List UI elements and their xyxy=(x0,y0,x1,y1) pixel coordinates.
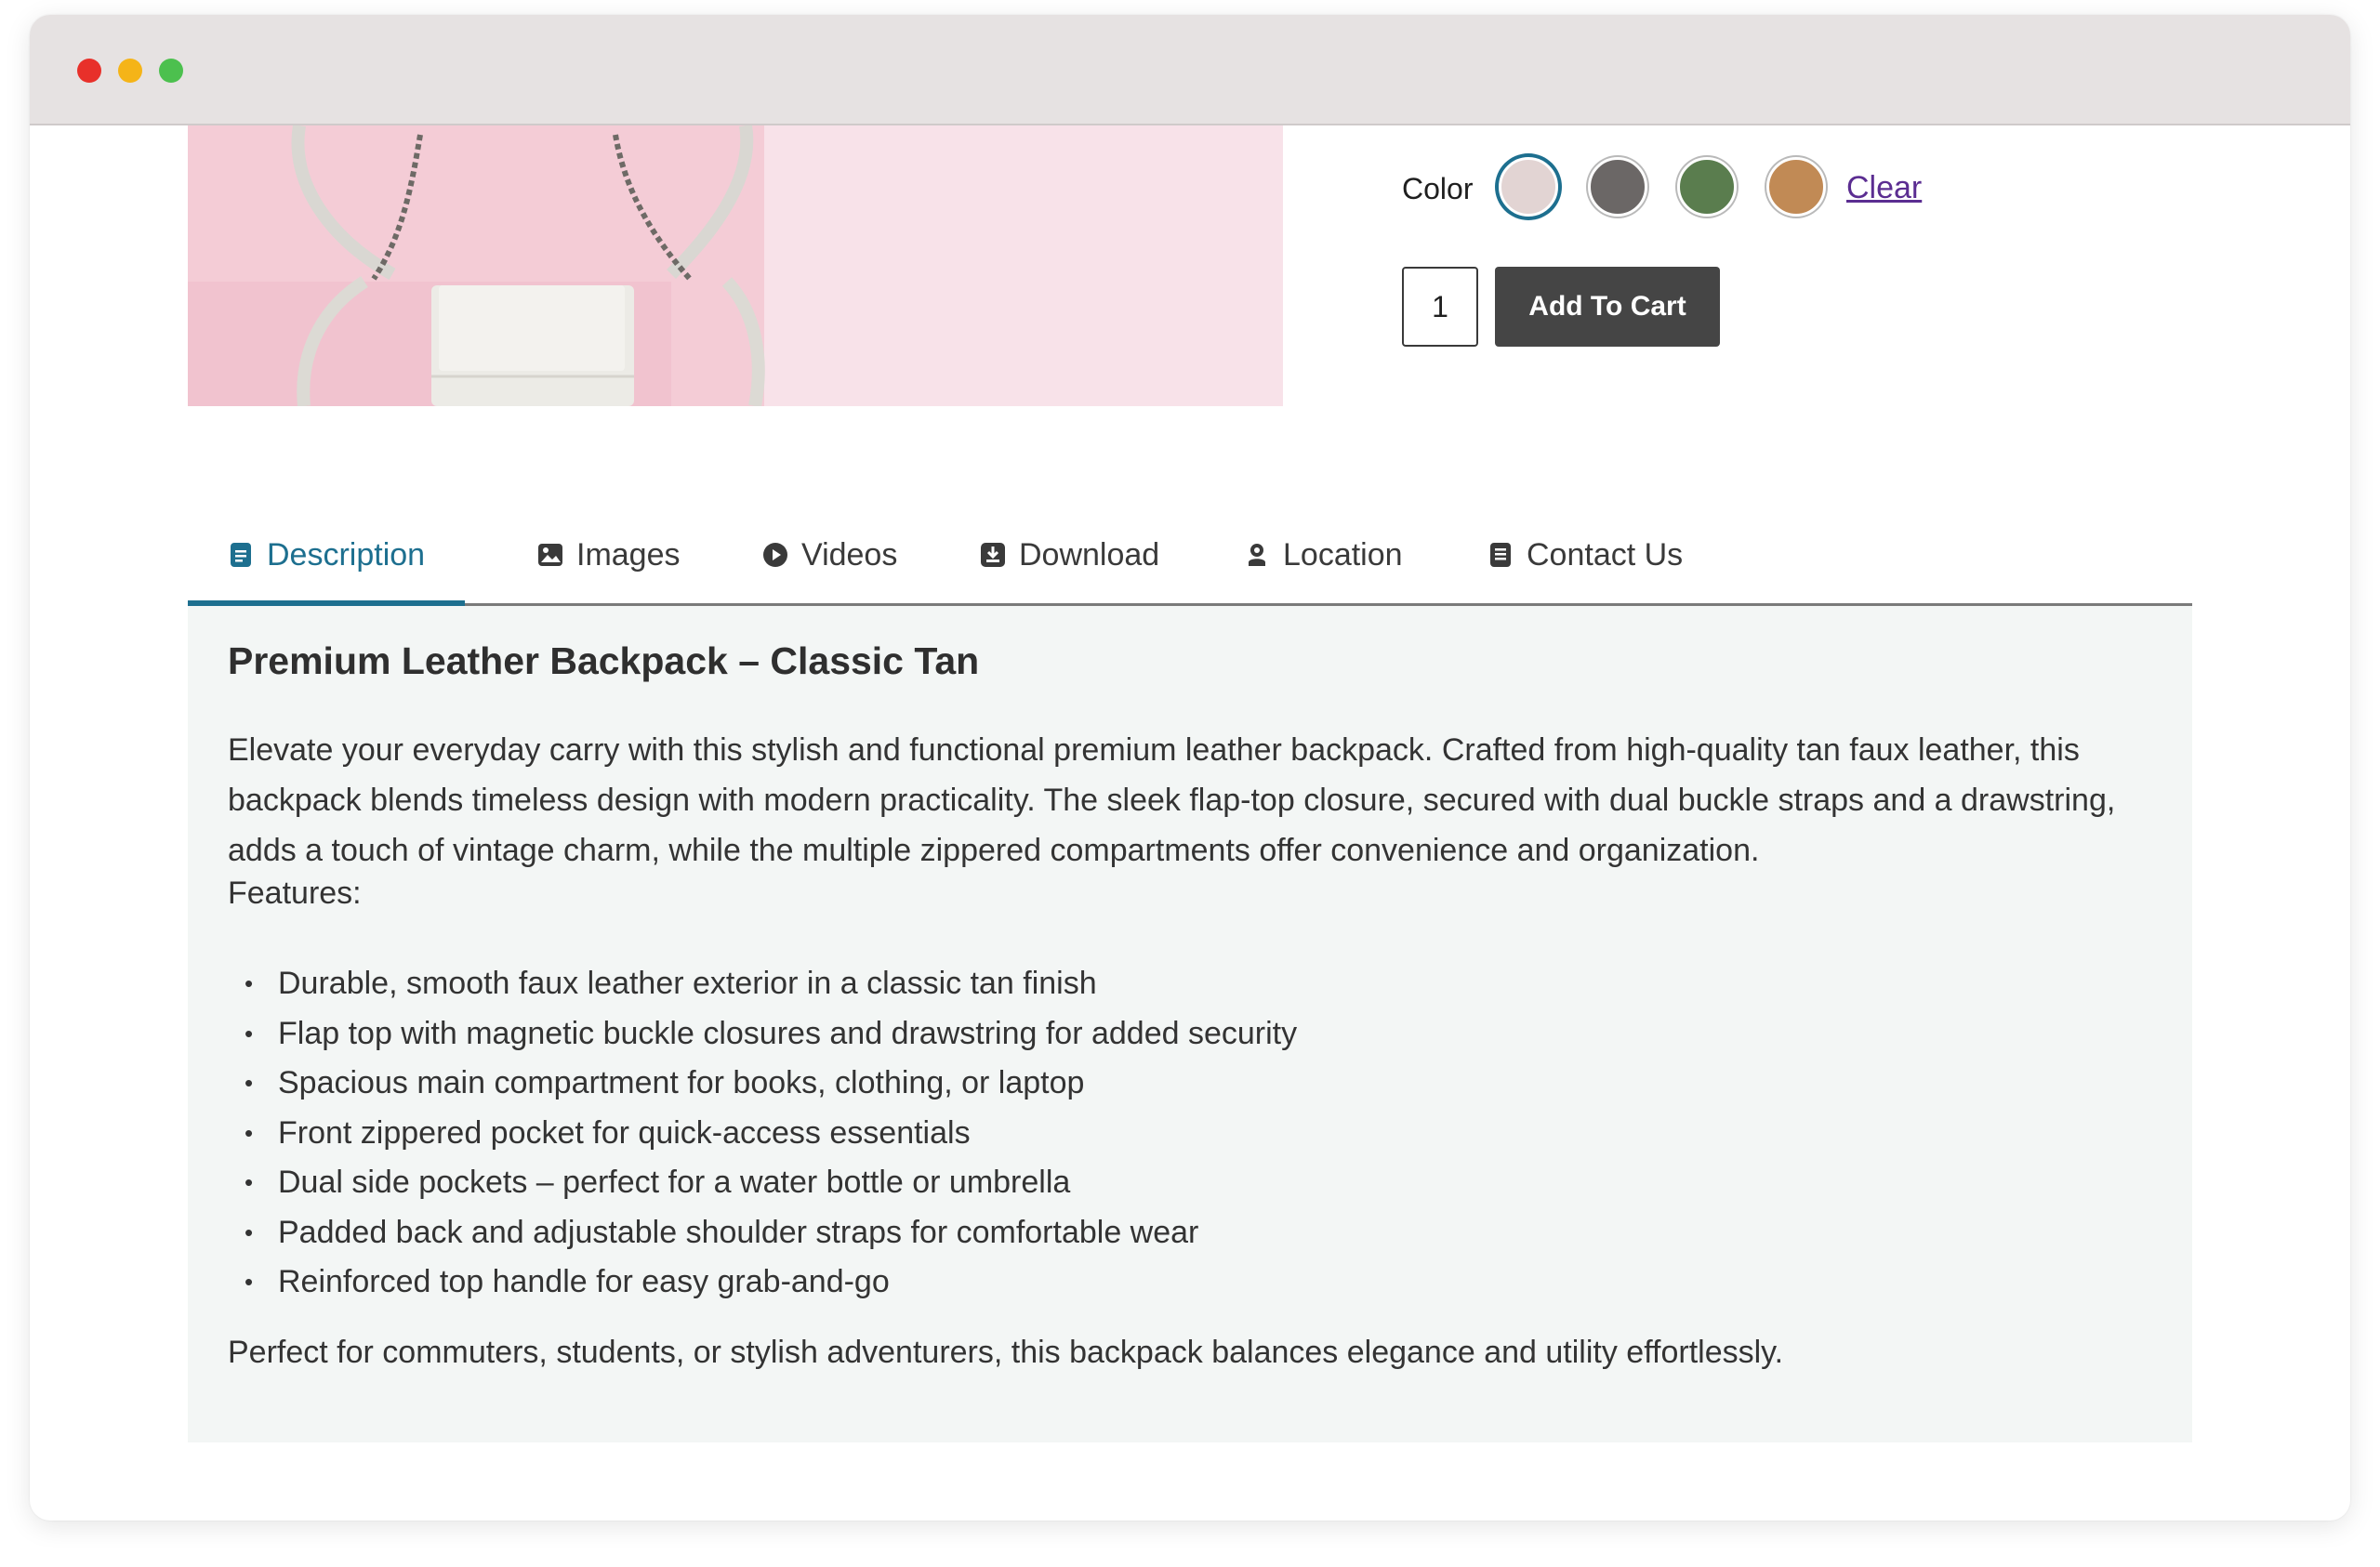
features-list: Durable, smooth faux leather exterior in… xyxy=(228,959,1297,1308)
product-title: Premium Leather Backpack – Classic Tan xyxy=(228,639,980,682)
play-icon xyxy=(763,543,787,567)
tab-contact-us[interactable]: Contact Us xyxy=(1488,507,1683,603)
contact-icon xyxy=(1490,543,1511,567)
color-swatch-blush[interactable] xyxy=(1499,157,1558,217)
list-item: Dual side pockets – perfect for a water … xyxy=(228,1158,1297,1208)
list-item: Flap top with magnetic buckle closures a… xyxy=(228,1009,1297,1060)
window-titlebar xyxy=(30,15,2350,125)
list-item: Reinforced top handle for easy grab-and-… xyxy=(228,1258,1297,1308)
tab-label: Videos xyxy=(801,536,898,573)
tab-location[interactable]: Location xyxy=(1244,507,1403,603)
tab-images[interactable]: Images xyxy=(537,507,681,603)
close-window-button[interactable] xyxy=(77,59,101,83)
color-swatch-green[interactable] xyxy=(1677,157,1737,217)
tab-label: Images xyxy=(576,536,681,573)
features-label: Features: xyxy=(228,876,362,911)
color-swatch-slate[interactable] xyxy=(1588,157,1647,217)
list-item: Durable, smooth faux leather exterior in… xyxy=(228,959,1297,1009)
minimize-window-button[interactable] xyxy=(118,59,142,83)
location-icon xyxy=(1249,544,1265,566)
document-icon xyxy=(231,543,251,567)
list-item: Padded back and adjustable shoulder stra… xyxy=(228,1208,1297,1258)
description-panel: Premium Leather Backpack – Classic Tan E… xyxy=(188,606,2192,1442)
page-content: Color Clear Add To Cart Description xyxy=(30,125,2350,1521)
color-swatch-tan[interactable] xyxy=(1766,157,1826,217)
add-to-cart-button[interactable]: Add To Cart xyxy=(1495,267,1720,347)
clear-color-link[interactable]: Clear xyxy=(1846,170,1922,206)
list-item: Spacious main compartment for books, clo… xyxy=(228,1059,1297,1109)
product-description: Elevate your everyday carry with this st… xyxy=(228,732,2116,868)
image-icon xyxy=(538,544,562,566)
color-label: Color xyxy=(1402,172,1474,205)
browser-window: Color Clear Add To Cart Description xyxy=(30,15,2350,1521)
product-image xyxy=(188,125,1283,406)
tab-label: Contact Us xyxy=(1527,536,1684,573)
tab-label: Description xyxy=(267,536,426,573)
maximize-window-button[interactable] xyxy=(159,59,183,83)
tab-description[interactable]: Description xyxy=(187,507,466,607)
tab-label: Location xyxy=(1283,536,1403,573)
quantity-input[interactable] xyxy=(1402,267,1478,347)
download-icon xyxy=(981,543,1005,567)
tab-label: Download xyxy=(1019,536,1160,573)
tab-download[interactable]: Download xyxy=(980,507,1159,603)
list-item: Front zippered pocket for quick-access e… xyxy=(228,1109,1297,1159)
tab-videos[interactable]: Videos xyxy=(762,507,897,603)
product-tabs: Description Images Videos Download Locat… xyxy=(187,507,2192,607)
closing-paragraph: Perfect for commuters, students, or styl… xyxy=(228,1335,1784,1370)
